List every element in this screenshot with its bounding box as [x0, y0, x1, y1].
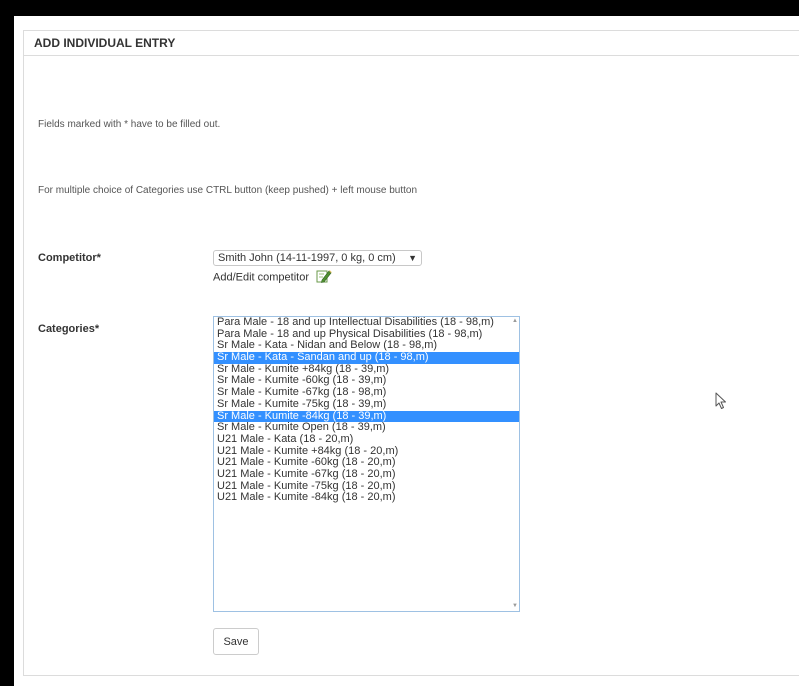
add-edit-competitor-link[interactable]: Add/Edit competitor	[213, 268, 332, 284]
competitor-label: Competitor*	[38, 252, 101, 264]
scroll-down-icon[interactable]: ▼	[512, 603, 518, 609]
category-option[interactable]: U21 Male - Kumite +84kg (18 - 20,m)	[214, 446, 519, 458]
add-edit-competitor-label: Add/Edit competitor	[213, 271, 309, 284]
competitor-selected-value: Smith John (14-11-1997, 0 kg, 0 cm)	[218, 252, 396, 264]
chevron-down-icon: ▼	[408, 253, 417, 263]
categories-scrollbar[interactable]: ▲ ▼	[511, 317, 519, 611]
category-option[interactable]: Sr Male - Kumite Open (18 - 39,m)	[214, 422, 519, 434]
categories-listbox[interactable]: Para Male - 18 and up Intellectual Disab…	[213, 316, 520, 612]
category-option[interactable]: U21 Male - Kumite -60kg (18 - 20,m)	[214, 457, 519, 469]
categories-label: Categories*	[38, 323, 100, 335]
category-option[interactable]: U21 Male - Kumite -67kg (18 - 20,m)	[214, 469, 519, 481]
competitor-select[interactable]: Smith John (14-11-1997, 0 kg, 0 cm) ▼	[213, 250, 422, 266]
mouse-cursor-icon	[715, 392, 727, 415]
category-option[interactable]: U21 Male - Kumite -75kg (18 - 20,m)	[214, 481, 519, 493]
category-option[interactable]: Sr Male - Kumite -60kg (18 - 39,m)	[214, 375, 519, 387]
category-option[interactable]: U21 Male - Kumite -84kg (18 - 20,m)	[214, 492, 519, 504]
screen-border	[0, 0, 799, 16]
panel-title: ADD INDIVIDUAL ENTRY	[24, 31, 799, 56]
category-option[interactable]: Sr Male - Kata - Sandan and up (18 - 98,…	[214, 352, 519, 364]
category-option[interactable]: Para Male - 18 and up Intellectual Disab…	[214, 317, 519, 329]
category-option[interactable]: Sr Male - Kumite +84kg (18 - 39,m)	[214, 364, 519, 376]
add-entry-panel: ADD INDIVIDUAL ENTRY Fields marked with …	[23, 30, 799, 676]
category-option[interactable]: U21 Male - Kata (18 - 20,m)	[214, 434, 519, 446]
save-button[interactable]: Save	[213, 628, 259, 655]
category-option[interactable]: Sr Male - Kumite -75kg (18 - 39,m)	[214, 399, 519, 411]
category-option[interactable]: Sr Male - Kata - Nidan and Below (18 - 9…	[214, 340, 519, 352]
required-fields-note: Fields marked with * have to be filled o…	[38, 119, 221, 130]
scroll-up-icon[interactable]: ▲	[512, 318, 518, 324]
category-option[interactable]: Sr Male - Kumite -84kg (18 - 39,m)	[214, 410, 519, 423]
categories-options: Para Male - 18 and up Intellectual Disab…	[214, 317, 519, 504]
page: ADD INDIVIDUAL ENTRY Fields marked with …	[14, 16, 799, 686]
multiselect-hint: For multiple choice of Categories use CT…	[38, 185, 417, 196]
edit-pencil-icon[interactable]	[316, 268, 332, 287]
category-option[interactable]: Para Male - 18 and up Physical Disabilit…	[214, 329, 519, 341]
category-option[interactable]: Sr Male - Kumite -67kg (18 - 98,m)	[214, 387, 519, 399]
